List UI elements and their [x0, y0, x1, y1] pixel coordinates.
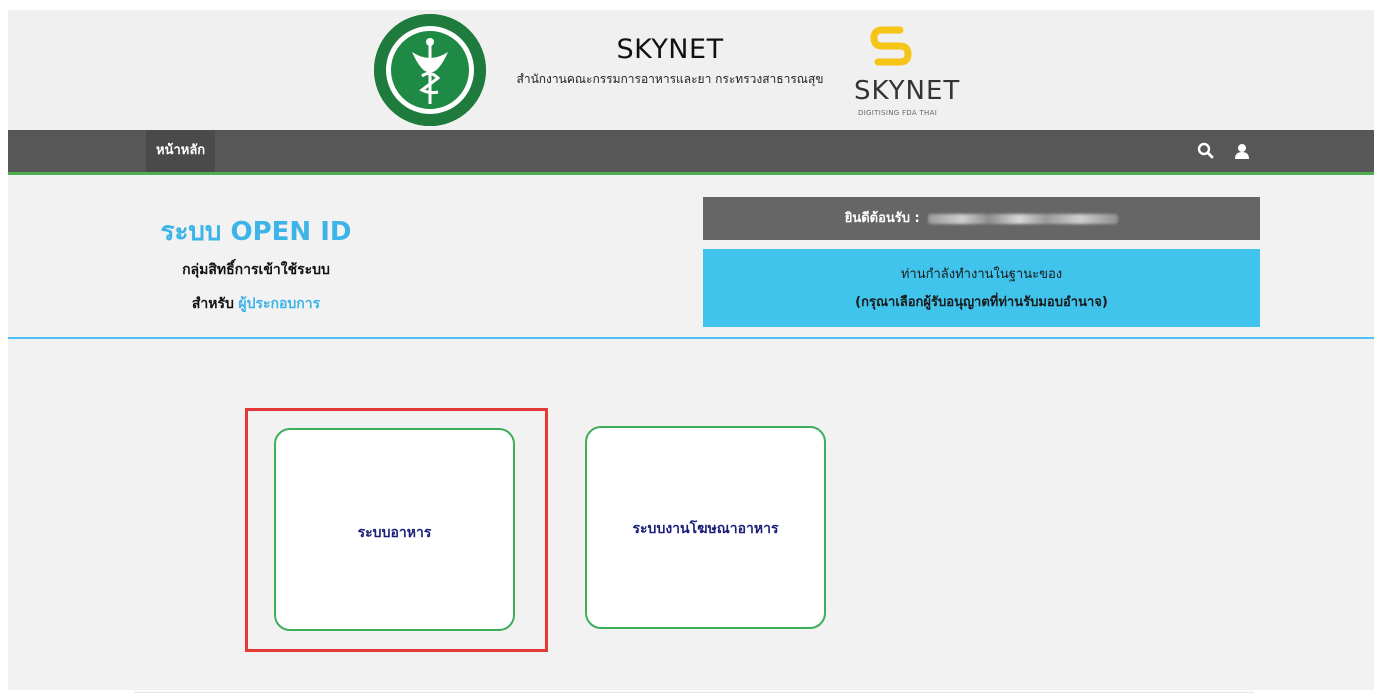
role-line-1: ท่านกำลังทำงานในฐานะของ [900, 267, 1063, 282]
for-value: ผู้ประกอบการ [238, 296, 321, 312]
system-cards-area: ระบบอาหาร ระบบงานโฆษณาอาหาร [8, 339, 1374, 693]
header-title-block: SKYNET สำนักงานคณะกรรมการอาหารและยา กระท… [490, 34, 850, 88]
site-subtitle: สำนักงานคณะกรรมการอาหารและยา กระทรวงสาธา… [516, 72, 824, 86]
logo-wordmark: SKYNET [854, 76, 961, 106]
ministry-seal-logo [374, 14, 486, 126]
nav-home-link[interactable]: หน้าหลัก [146, 130, 216, 172]
user-name-redacted [928, 213, 1119, 224]
skynet-logo: SKYNET DIGITISING FDA THAI [848, 20, 961, 126]
card-food-advertising-system[interactable]: ระบบงานโฆษณาอาหาร [585, 426, 826, 629]
user-icon[interactable] [1232, 141, 1252, 161]
top-navbar: หน้าหลัก [8, 130, 1374, 175]
site-title: SKYNET [616, 34, 724, 65]
card-label: ระบบงานโฆษณาอาหาร [632, 521, 779, 537]
card-label: ระบบอาหาร [357, 525, 432, 541]
site-header: SKYNET สำนักงานคณะกรรมการอาหารและยา กระท… [8, 10, 1374, 130]
for-label: สำหรับ [191, 296, 234, 312]
page-frame: SKYNET สำนักงานคณะกรรมการอาหารและยา กระท… [8, 10, 1374, 693]
info-section: ระบบ OPEN ID กลุ่มสิทธิ์การเข้าใช้ระบบ ส… [8, 175, 1374, 339]
logo-tagline: DIGITISING FDA THAI [858, 109, 938, 117]
role-banner[interactable]: ท่านกำลังทำงานในฐานะของ (กรุณาเลือกผู้รั… [703, 249, 1260, 327]
welcome-label: ยินดีต้อนรับ : [844, 211, 920, 226]
system-title: ระบบ OPEN ID [160, 217, 352, 247]
search-icon[interactable] [1196, 141, 1216, 161]
card-food-system[interactable]: ระบบอาหาร [274, 428, 515, 631]
group-label: กลุ่มสิทธิ์การเข้าใช้ระบบ [182, 262, 330, 278]
skynet-s-mark [870, 26, 912, 66]
welcome-banner: ยินดีต้อนรับ : [703, 197, 1260, 240]
footer-divider [134, 692, 1254, 693]
role-line-2: (กรุณาเลือกผู้รับอนุญาตที่ท่านรับมอบอำนา… [855, 295, 1108, 310]
for-line: สำหรับ ผู้ประกอบการ [146, 293, 366, 315]
